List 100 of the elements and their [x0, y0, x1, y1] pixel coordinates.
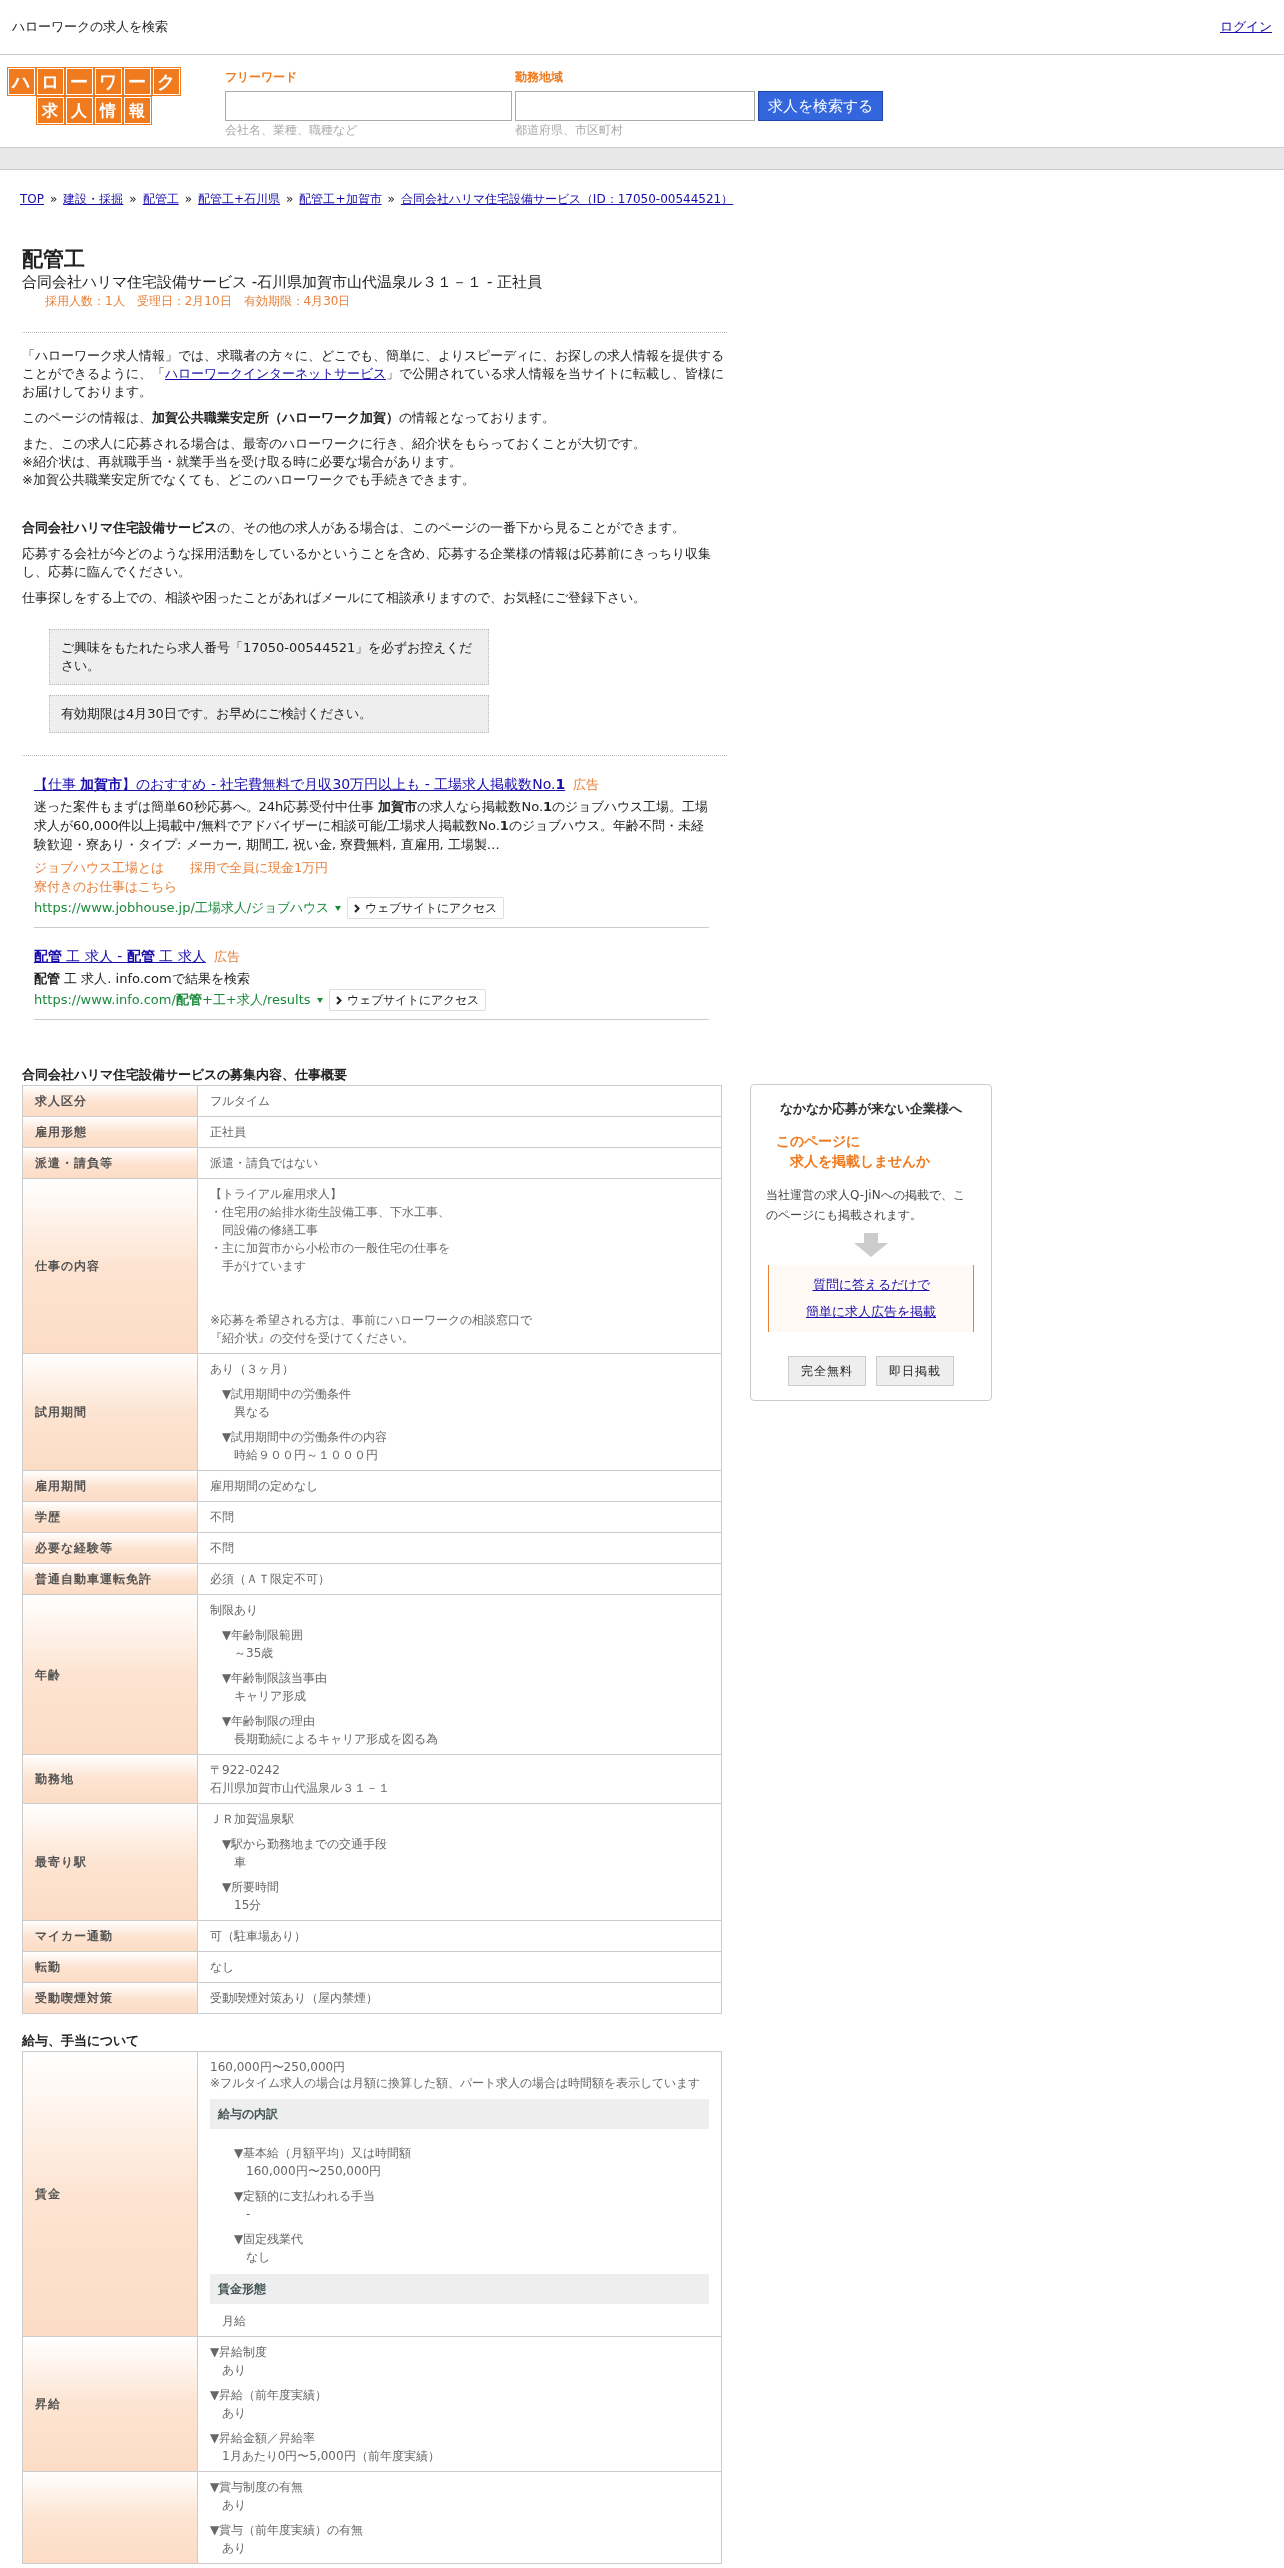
breadcrumb-link[interactable]: TOP — [20, 190, 44, 208]
caret-icon[interactable] — [335, 905, 342, 911]
note-text: ※フルタイム求人の場合は月額に換算した額、パート求人の場合は時間額を表示しています — [210, 2076, 702, 2091]
breadcrumb-link[interactable]: 配管工 — [142, 190, 179, 208]
job-subtitle: 合同会社ハリマ住宅設備サービス -石川県加賀市山代温泉ル３１－１ - 正社員 — [22, 272, 544, 292]
logo-letter: ー — [123, 68, 151, 95]
cell-text: 制限あり — [210, 1602, 259, 1619]
sidebar-link[interactable]: 簡単に求人広告を掲載 — [806, 1302, 936, 1322]
intro-text: ※紹介状は、再就職手当・就業手当を受け取る時に必要な場合があります。 — [22, 453, 463, 471]
sidebar-catchphrase: 求人を掲載しませんか — [789, 1151, 931, 1171]
item-heading: ▼固定残業代 — [234, 2231, 305, 2248]
row-label: 派遣・請負等 — [35, 1155, 113, 1172]
item-value: あり — [221, 2405, 247, 2422]
field-label: フリーワード — [225, 69, 298, 86]
breadcrumb-separator: » — [286, 191, 294, 208]
intro-text: ※加賀公共職業安定所でなくても、どこのハローワークでも手続きできます。 — [22, 471, 476, 489]
cell-text: 受動喫煙対策あり（屋内禁煙） — [210, 1990, 379, 2007]
ad-url[interactable]: https://www.jobhouse.jp/工場求人/ジョブハウス — [34, 898, 330, 918]
cell-text: ※応募を希望される方は、事前にハローワークの相談窓口で — [210, 1312, 534, 1329]
intro-text: 仕事探しをする上での、相談や困ったことがあればメールにて相談承りますので、お気軽にご登録下さい。 — [22, 589, 647, 607]
logo-letter: ロ — [36, 68, 64, 95]
field-label: 勤務地域 — [515, 69, 564, 86]
row-label: 雇用形態 — [35, 1124, 87, 1141]
cell-text: 必須（ＡＴ限定不可） — [210, 1571, 331, 1588]
cell-text: 月給 — [221, 2313, 247, 2330]
row-label: 仕事の内容 — [35, 1258, 100, 1275]
item-heading: ▼駅から勤務地までの交通手段 — [222, 1836, 389, 1853]
logo-letter: 人 — [65, 97, 93, 124]
item-heading: ▼試用期間中の労働条件 — [222, 1386, 353, 1403]
sidebar-link[interactable]: 質問に答えるだけで — [812, 1274, 930, 1294]
breadcrumb-separator: » — [387, 191, 395, 208]
visit-website-button[interactable]: ウェブサイトにアクセス — [328, 989, 486, 1011]
breadcrumb-separator: » — [184, 191, 193, 208]
login-link[interactable]: ログイン — [1220, 17, 1272, 37]
down-arrow-icon — [853, 1232, 889, 1257]
ad-description: 配管 工 求人. info.comで結果を検索 — [34, 970, 251, 988]
cell-text: 石川県加賀市山代温泉ル３１－１ — [210, 1780, 391, 1797]
item-value: 1月あたり0円〜5,000円（前年度実績） — [221, 2448, 441, 2465]
breadcrumb-link[interactable]: 合同会社ハリマ住宅設備サービス（ID：17050-00544521） — [400, 190, 734, 208]
item-heading: ▼賞与制度の有無 — [210, 2479, 305, 2496]
item-value: あり — [221, 2497, 247, 2514]
service-link[interactable]: ハローワークインターネットサービス — [165, 366, 386, 381]
row-label: 賃金 — [35, 2186, 61, 2203]
row-label: 試用期間 — [35, 1404, 87, 1421]
item-heading: ▼昇給金額／昇給率 — [210, 2430, 317, 2447]
ad-title-link[interactable]: 配管 工 求人 - 配管 工 求人 — [34, 946, 206, 967]
intro-text: また、この求人に応募される場合は、最寄のハローワークに行き、紹介状をもらっておくことが大切です。 — [22, 435, 647, 453]
breadcrumb-separator: » — [129, 191, 137, 208]
sidebar-title: なかなか応募が来ない企業様へ — [780, 1100, 962, 1118]
section-title: 給与、手当について — [22, 2032, 140, 2050]
logo-letter: ハ — [7, 68, 35, 95]
search-field[interactable] — [515, 91, 755, 121]
row-label: 求人区分 — [35, 1093, 87, 1110]
cell-text: 【トライアル雇用求人】 — [210, 1186, 343, 1203]
item-value: ～35歳 — [233, 1645, 275, 1662]
caret-icon[interactable] — [316, 997, 323, 1003]
notice-box: ご興味をもたれたら求人番号「17050-00544521」を必ずお控えください。 — [49, 629, 489, 685]
cell-text: 正社員 — [210, 1124, 247, 1141]
item-heading: ▼昇給制度 — [210, 2344, 269, 2361]
page-title: ハローワークの求人を検索 — [12, 18, 168, 37]
breadcrumb-link[interactable]: 建設・採掘 — [63, 190, 124, 208]
cell-text: なし — [210, 1959, 235, 1976]
breadcrumb-link[interactable]: 配管工+石川県 — [198, 190, 281, 208]
cell-text: 〒922-0242 — [210, 1762, 281, 1779]
item-heading: ▼年齢制限範囲 — [222, 1627, 305, 1644]
row-label: 受動喫煙対策 — [35, 1990, 113, 2007]
breadcrumb-link[interactable]: 配管工+加賀市 — [299, 190, 382, 208]
cell-text: 160,000円〜250,000円 — [210, 2059, 347, 2076]
job-title: 配管工 — [22, 246, 86, 272]
cell-text: フルタイム — [210, 1093, 271, 1110]
section-title: 合同会社ハリマ住宅設備サービスの募集内容、仕事概要 — [22, 1066, 348, 1084]
breadcrumb-separator: » — [50, 191, 58, 208]
ad-description: 迷った案件もまずは簡単60秒応募へ。24h応募受付中仕事 加賀市の求人なら掲載数No.1のジョブハウス工場。工場求人が60,000件以上掲載中/無料でアドバイザーに相談可能/工場求人掲載数No.1のジョブハウス。年齢不問・未経験歓迎・寮あり・タイプ: メーカー, 期間工, 祝い金, 寮費無料, 直雇用, 工場製… — [34, 798, 709, 854]
item-heading: ▼年齢制限の理由 — [222, 1713, 317, 1730]
item-heading: ▼試用期間中の労働条件の内容 — [222, 1429, 389, 1446]
field-hint: 都道府県、市区町村 — [515, 123, 624, 138]
subheading: 給与の内訳 — [210, 2099, 709, 2129]
cell-text: 同設備の修繕工事 — [221, 1222, 319, 1239]
logo-letter: 情 — [94, 97, 122, 124]
ad-label: 広告 — [213, 947, 240, 966]
ad-url[interactable]: https://www.info.com/配管+工+求人/results — [34, 990, 311, 1010]
row-label: 雇用期間 — [35, 1478, 87, 1495]
ad-title-link[interactable]: 【仕事 加賀市】のおすすめ - 社宅費無料で月収30万円以上も - 工場求人掲載数No.1 — [34, 774, 566, 795]
row-label: 勤務地 — [35, 1771, 74, 1788]
cell-text: あり（３ヶ月） — [210, 1361, 295, 1378]
intro-paragraph: 「ハローワーク求人情報」では、求職者の方々に、どこでも、簡単に、よりスピーディに、お探しの求人情報を提供することができるように、「ハローワークインターネットサービス」で公開されている求人情報を当サイトに転載し、皆様にお届けしております。 — [22, 347, 725, 401]
row-label: 昇給 — [35, 2396, 61, 2413]
item-value: 長期勤続によるキャリア形成を図る為 — [233, 1731, 439, 1748]
visit-website-button[interactable]: ウェブサイトにアクセス — [347, 897, 505, 919]
search-button[interactable]: 求人を検索する — [758, 91, 883, 121]
intro-text: このページの情報は、加賀公共職業安定所（ハローワーク加賀）の情報となっております。 — [22, 409, 556, 427]
item-heading: ▼賞与（前年度実績）の有無 — [210, 2522, 365, 2539]
item-value: 時給９００円～１０００円 — [233, 1447, 379, 1464]
ad-label: 広告 — [573, 775, 600, 794]
item-heading: ▼定額的に支払われる手当 — [234, 2188, 377, 2205]
cell-text: 雇用期間の定めなし — [210, 1478, 319, 1495]
search-field[interactable] — [225, 91, 512, 121]
row-label: 転勤 — [35, 1959, 61, 1976]
row-label: 必要な経験等 — [35, 1540, 113, 1557]
row-label: 年齢 — [35, 1666, 61, 1684]
